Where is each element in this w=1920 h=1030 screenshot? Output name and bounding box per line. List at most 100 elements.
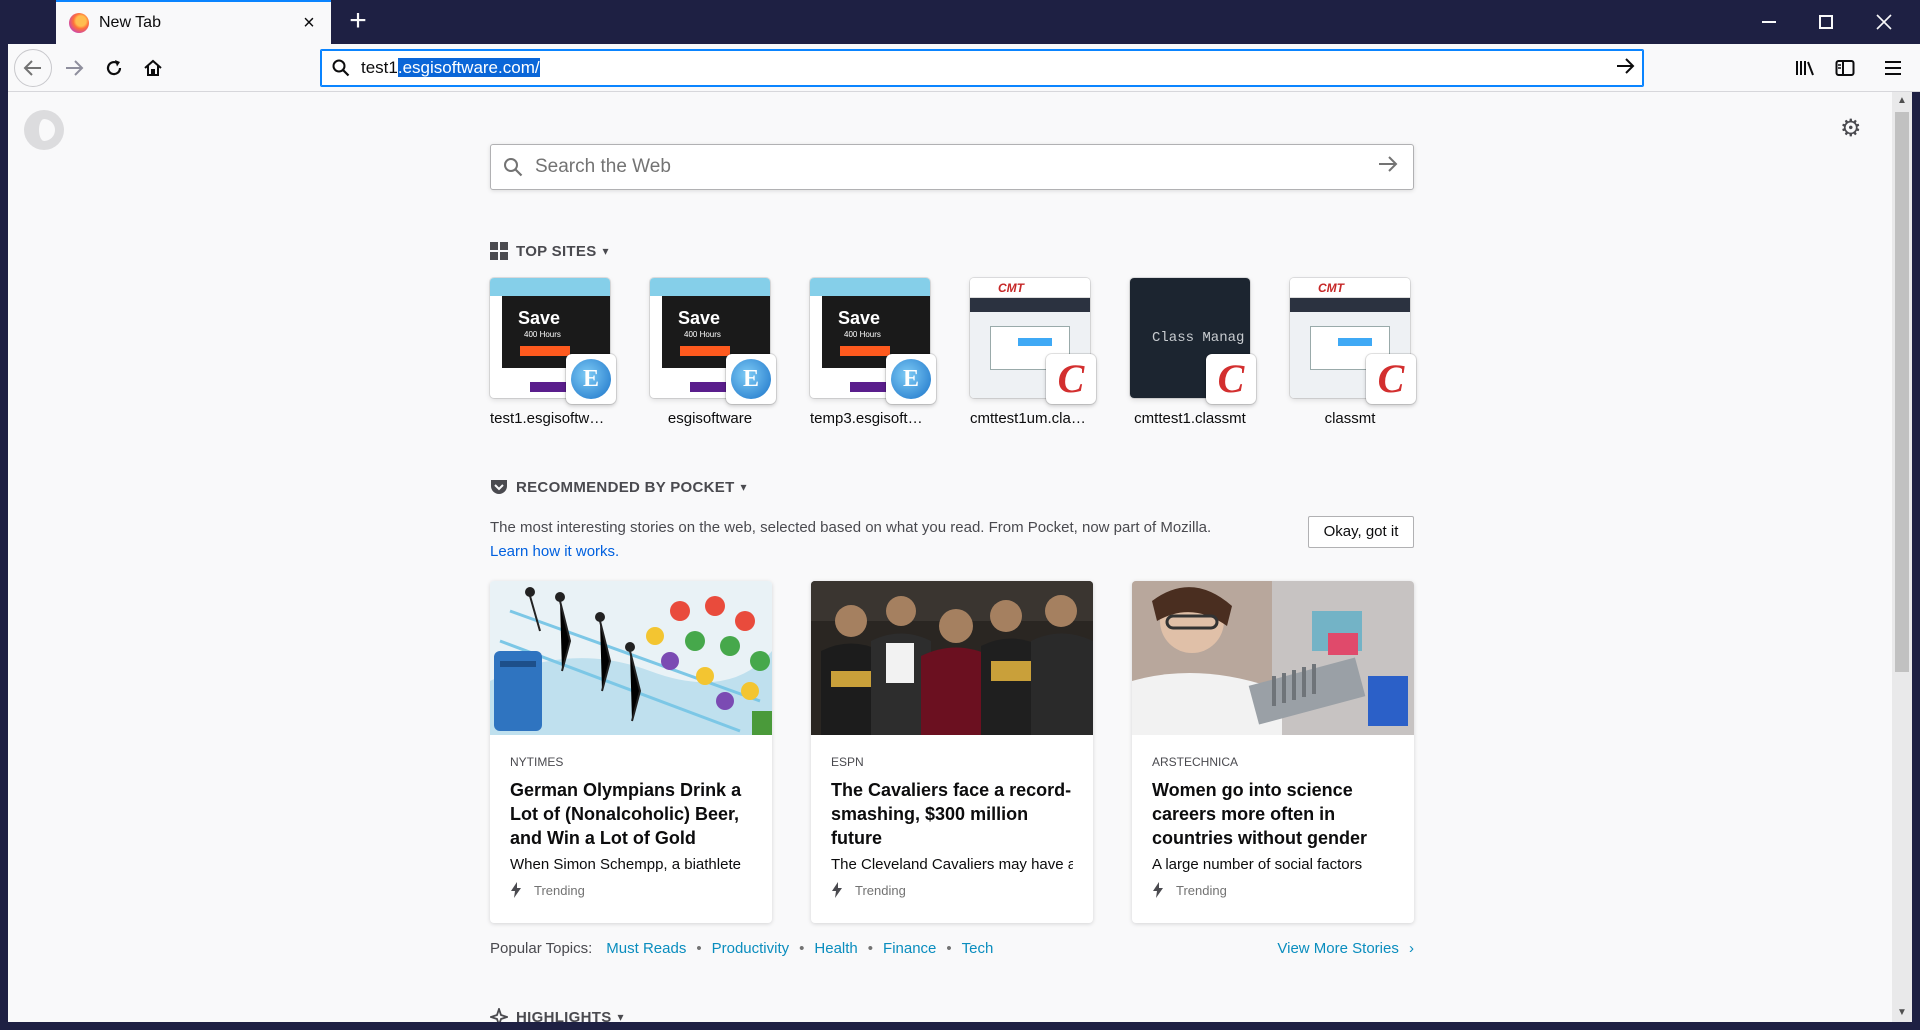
site-thumbnail: Save 400 Hours E: [650, 278, 776, 404]
site-label: esgisoftware: [667, 410, 753, 427]
site-label: test1.esgisoftware: [490, 410, 610, 427]
scroll-down-arrow-icon[interactable]: ▼: [1892, 1004, 1912, 1022]
firefox-icon: [69, 13, 89, 33]
web-search-box[interactable]: Search the Web: [490, 144, 1414, 190]
okay-got-it-button[interactable]: Okay, got it: [1308, 516, 1414, 548]
window-border: [0, 1022, 1920, 1030]
window-border: [0, 0, 8, 160]
topic-separator: •: [696, 940, 702, 957]
top-sites-header[interactable]: TOP SITES ▾: [490, 242, 609, 260]
story-card[interactable]: NYTIMES German Olympians Drink a Lot of …: [490, 581, 772, 923]
minimize-button[interactable]: [1743, 0, 1795, 44]
forward-button[interactable]: [56, 51, 92, 85]
url-input[interactable]: test1.esgisoftware.com/: [361, 58, 1607, 78]
sidebar-icon: [1835, 60, 1855, 76]
window-border: [1912, 92, 1920, 1030]
chevron-right-icon: ›: [1409, 940, 1414, 957]
site-thumbnail: CMT C: [1290, 278, 1416, 404]
trending-bolt-icon: [832, 882, 842, 898]
story-excerpt: When Simon Schempp, a biathlete: [510, 856, 741, 873]
site-thumbnail: Save 400 Hours E: [810, 278, 936, 404]
sidebar-button[interactable]: [1828, 51, 1862, 85]
top-site-tile[interactable]: Save 400 Hours E esgisoftware: [650, 278, 776, 427]
esgi-site-icon: E: [566, 354, 616, 404]
pocket-stories: NYTIMES German Olympians Drink a Lot of …: [490, 581, 1414, 923]
pocket-description: The most interesting stories on the web,…: [490, 516, 1230, 564]
pocket-description-text: The most interesting stories on the web,…: [490, 519, 1212, 536]
scroll-up-arrow-icon[interactable]: ▲: [1892, 92, 1912, 110]
view-more-label: View More Stories: [1277, 940, 1399, 957]
story-context-label: Trending: [855, 882, 906, 898]
pocket-header[interactable]: RECOMMENDED BY POCKET ▾: [490, 478, 747, 496]
story-title: Women go into science careers more often…: [1152, 780, 1368, 848]
story-context-label: Trending: [1176, 882, 1227, 898]
maximize-button[interactable]: [1800, 0, 1852, 44]
story-context: Trending: [1152, 882, 1394, 898]
go-arrow-icon[interactable]: [1607, 55, 1643, 81]
back-button[interactable]: [14, 49, 52, 87]
home-icon: [144, 59, 162, 76]
hamburger-menu-icon: [1885, 61, 1901, 75]
firefox-logo-icon: [24, 110, 64, 150]
story-source: ESPN: [831, 755, 864, 769]
site-thumbnail: Class Manag C: [1130, 278, 1256, 404]
top-sites-grid-icon: [490, 242, 508, 260]
cmt-site-icon: C: [1206, 354, 1256, 404]
library-button[interactable]: [1788, 51, 1822, 85]
highlights-header[interactable]: HIGHLIGHTS ▾: [488, 1006, 624, 1023]
esgi-site-icon: E: [886, 354, 936, 404]
top-site-tile[interactable]: Class Manag C cmttest1.classmt: [1130, 278, 1256, 427]
top-site-tile[interactable]: CMT C cmttest1um.clas...: [970, 278, 1096, 427]
new-tab-page: ⚙ Search the Web TOP SITES ▾ Save 400 Ho…: [8, 92, 1892, 1022]
new-tab-button[interactable]: +: [342, 6, 374, 38]
tab-title: New Tab: [99, 14, 161, 31]
close-icon: [1876, 14, 1892, 30]
reload-button[interactable]: [96, 51, 132, 85]
cmt-site-icon: C: [1046, 354, 1096, 404]
story-card[interactable]: ESPN The Cavaliers face a record-smashin…: [811, 581, 1093, 923]
site-label: cmttest1um.clas...: [970, 410, 1090, 427]
view-more-stories-link[interactable]: View More Stories ›: [1277, 940, 1414, 957]
top-site-tile[interactable]: Save 400 Hours E temp3.esgisoftw...: [810, 278, 936, 427]
topic-separator: •: [799, 940, 805, 957]
learn-how-link[interactable]: Learn how it works.: [490, 543, 619, 560]
settings-gear-icon[interactable]: ⚙: [1840, 114, 1862, 143]
popular-topics: Popular Topics: Must Reads • Productivit…: [490, 940, 1414, 957]
url-selected-text: .esgisoftware.com/: [397, 58, 540, 77]
story-card[interactable]: ARSTECHNICA Women go into science career…: [1132, 581, 1414, 923]
trending-bolt-icon: [1153, 882, 1163, 898]
topic-must-reads[interactable]: Must Reads: [606, 940, 686, 957]
vertical-scrollbar[interactable]: ▲ ▼: [1892, 92, 1912, 1022]
reload-icon: [106, 60, 122, 76]
topic-health[interactable]: Health: [814, 940, 857, 957]
tab-close-icon[interactable]: ×: [299, 13, 319, 33]
topic-separator: •: [867, 940, 874, 957]
story-source: ARSTECHNICA: [1152, 755, 1239, 769]
highlights-title: HIGHLIGHTS: [516, 1008, 612, 1023]
url-prefix: test1: [361, 58, 398, 77]
topic-productivity[interactable]: Productivity: [712, 940, 790, 957]
search-submit-icon[interactable]: [1363, 153, 1413, 181]
address-bar[interactable]: test1.esgisoftware.com/: [320, 49, 1644, 87]
pocket-icon: [490, 478, 508, 496]
story-image-skiers: [490, 581, 772, 735]
highlights-sparkle-icon: [488, 1006, 510, 1022]
scrollbar-thumb[interactable]: [1895, 112, 1909, 672]
top-site-tile[interactable]: Save 400 Hours E test1.esgisoftware: [490, 278, 616, 427]
site-label: classmt: [1324, 410, 1376, 427]
top-site-tile[interactable]: CMT C classmt: [1290, 278, 1416, 427]
site-label: cmttest1.classmt: [1134, 410, 1246, 427]
pocket-title: RECOMMENDED BY POCKET: [516, 478, 735, 496]
library-icon: [1796, 61, 1814, 76]
site-thumbnail: Save 400 Hours E: [490, 278, 616, 404]
topic-tech[interactable]: Tech: [962, 940, 994, 957]
close-window-button[interactable]: [1858, 0, 1910, 44]
navigation-toolbar: test1.esgisoftware.com/: [8, 44, 1920, 92]
chevron-down-icon: ▾: [740, 480, 747, 494]
home-button[interactable]: [135, 51, 171, 85]
esgi-site-icon: E: [726, 354, 776, 404]
maximize-icon: [1819, 15, 1833, 29]
tab-new-tab[interactable]: New Tab ×: [56, 0, 331, 44]
topic-finance[interactable]: Finance: [883, 940, 936, 957]
menu-button[interactable]: [1876, 51, 1910, 85]
